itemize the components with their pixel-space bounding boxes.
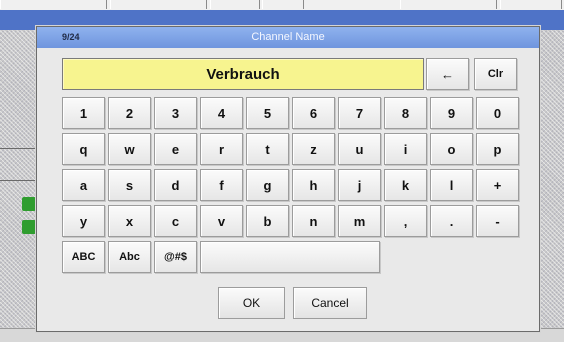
key-r[interactable]: r [200,133,243,165]
key-l[interactable]: l [430,169,473,201]
background-divider [0,148,40,149]
key-p[interactable]: p [476,133,519,165]
channel-name-dialog: 9/24 Channel Name Verbrauch ← Clr 1 2 3 … [36,26,540,332]
background-checkbox [22,220,36,234]
cancel-button[interactable]: Cancel [293,287,367,319]
key-y[interactable]: y [62,205,105,237]
key-j[interactable]: j [338,169,381,201]
key-a[interactable]: a [62,169,105,201]
key-6[interactable]: 6 [292,97,335,129]
key-h[interactable]: h [292,169,335,201]
key-plus[interactable]: + [476,169,519,201]
key-3[interactable]: 3 [154,97,197,129]
key-g[interactable]: g [246,169,289,201]
key-s[interactable]: s [108,169,151,201]
key-b[interactable]: b [246,205,289,237]
key-z[interactable]: z [292,133,335,165]
key-minus[interactable]: - [476,205,519,237]
key-x[interactable]: x [108,205,151,237]
key-comma[interactable]: , [384,205,427,237]
key-1[interactable]: 1 [62,97,105,129]
key-v[interactable]: v [200,205,243,237]
key-m[interactable]: m [338,205,381,237]
key-4[interactable]: 4 [200,97,243,129]
key-n[interactable]: n [292,205,335,237]
key-d[interactable]: d [154,169,197,201]
key-t[interactable]: t [246,133,289,165]
key-u[interactable]: u [338,133,381,165]
key-w[interactable]: w [108,133,151,165]
background-checkbox [22,197,36,211]
key-5[interactable]: 5 [246,97,289,129]
key-2[interactable]: 2 [108,97,151,129]
key-i[interactable]: i [384,133,427,165]
backspace-key[interactable]: ← [426,58,469,90]
key-q[interactable]: q [62,133,105,165]
key-e[interactable]: e [154,133,197,165]
key-f[interactable]: f [200,169,243,201]
key-0[interactable]: 0 [476,97,519,129]
clear-key[interactable]: Clr [474,58,517,90]
key-7[interactable]: 7 [338,97,381,129]
key-8[interactable]: 8 [384,97,427,129]
key-period[interactable]: . [430,205,473,237]
key-9[interactable]: 9 [430,97,473,129]
key-k[interactable]: k [384,169,427,201]
background-divider [0,180,40,181]
channel-name-input[interactable]: Verbrauch [62,58,424,90]
mixedcase-mode-key[interactable]: Abc [108,241,151,273]
ok-button[interactable]: OK [218,287,285,319]
key-c[interactable]: c [154,205,197,237]
uppercase-mode-key[interactable]: ABC [62,241,105,273]
dialog-titlebar: 9/24 Channel Name [37,27,539,48]
symbols-mode-key[interactable]: @#$ [154,241,197,273]
space-key[interactable] [200,241,380,273]
key-o[interactable]: o [430,133,473,165]
dialog-title: Channel Name [251,31,325,43]
